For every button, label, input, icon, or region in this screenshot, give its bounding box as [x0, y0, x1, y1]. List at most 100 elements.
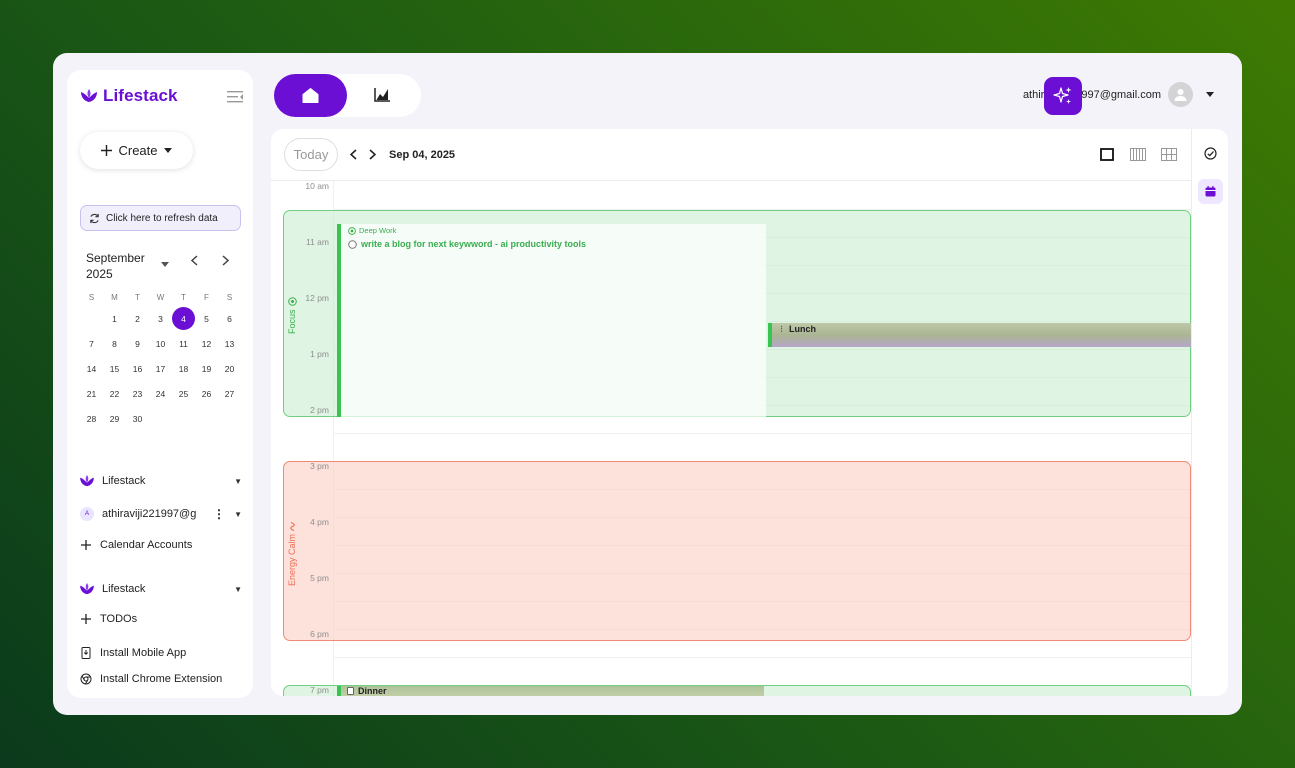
lunch-event[interactable]: ⋮ Lunch [768, 323, 1191, 347]
sidebar-item-calendar-accounts[interactable]: Calendar Accounts [80, 539, 242, 551]
sidebar-item-account[interactable]: A athiraviji221997@g ⋮ ▼ [80, 507, 242, 521]
ai-assistant-button[interactable] [1044, 77, 1082, 115]
weekday-label: S [88, 292, 95, 302]
energy-calm-block[interactable]: Energy Calm [283, 461, 1191, 641]
day-cell[interactable]: 28 [80, 414, 103, 424]
calendar-toolbar: Today Sep 04, 2025 [271, 129, 1191, 181]
sidebar-item-label: TODOs [100, 613, 138, 625]
dinner-event[interactable]: Dinner [337, 686, 764, 696]
day-cell[interactable]: 21 [80, 389, 103, 399]
day-cell[interactable]: 10 [149, 339, 172, 349]
more-vertical-icon[interactable]: ⋮ [213, 507, 225, 521]
sidebar-item-todos[interactable]: TODOs [80, 613, 242, 625]
month-dropdown-icon[interactable] [161, 258, 169, 270]
today-button[interactable]: Today [284, 138, 338, 171]
home-tab[interactable] [274, 74, 347, 117]
day-cell[interactable]: 2 [126, 314, 149, 324]
day-cell[interactable]: 13 [218, 339, 241, 349]
day-cell-selected[interactable]: 4 [172, 306, 195, 330]
week-row: 21 22 23 24 25 26 27 [80, 381, 241, 406]
caret-down-icon[interactable] [1206, 92, 1214, 97]
sidebar-item-label: Install Chrome Extension [100, 673, 223, 685]
sidebar-item-lifestack[interactable]: Lifestack ▼ [80, 475, 242, 487]
prev-month-icon[interactable] [190, 255, 198, 269]
day-cell[interactable]: 20 [218, 364, 241, 374]
plus-icon [81, 614, 91, 624]
refresh-icon [90, 213, 99, 223]
day-cell[interactable]: 27 [218, 389, 241, 399]
month-view-icon[interactable] [1161, 148, 1177, 166]
hour-line [333, 433, 1191, 434]
task-text: write a blog for next keywword - ai prod… [361, 239, 587, 249]
create-button[interactable]: Create [80, 132, 193, 169]
deep-work-title: Deep Work [348, 226, 396, 235]
next-month-icon[interactable] [222, 255, 230, 269]
tasks-check-icon[interactable] [1198, 141, 1223, 166]
day-cell[interactable]: 17 [149, 364, 172, 374]
app-window: Lifestack Create Click here to refresh d… [53, 53, 1242, 715]
drag-handle-icon[interactable]: ⋮ [778, 325, 785, 333]
analytics-tab[interactable] [374, 88, 390, 107]
day-cell[interactable]: 14 [80, 364, 103, 374]
sidebar-item-label: Lifestack [102, 583, 146, 595]
day-timeline: Focus Energy Calm 10 am 11 am 12 pm 1 pm… [271, 181, 1191, 696]
day-view-icon[interactable] [1100, 148, 1114, 166]
sidebar-item-lifestack-todos[interactable]: Lifestack ▼ [80, 583, 242, 595]
right-rail [1191, 129, 1228, 696]
day-cell[interactable]: 26 [195, 389, 218, 399]
deep-work-event[interactable]: Deep Work write a blog for next keywword… [337, 224, 766, 417]
day-cell[interactable]: 29 [103, 414, 126, 424]
next-day-icon[interactable] [369, 147, 377, 165]
sidebar-item-install-mobile[interactable]: Install Mobile App [80, 647, 242, 659]
task-item[interactable]: write a blog for next keywword - ai prod… [348, 239, 586, 249]
weekday-label: T [135, 292, 140, 302]
caret-down-icon[interactable]: ▼ [234, 585, 242, 594]
caret-down-icon[interactable]: ▼ [234, 477, 242, 486]
collapse-sidebar-icon[interactable] [227, 90, 243, 104]
prev-day-icon[interactable] [349, 147, 357, 165]
day-cell[interactable]: 3 [149, 314, 172, 324]
week-row: 28 29 30 [80, 406, 241, 431]
day-cell[interactable]: 22 [103, 389, 126, 399]
mini-calendar-grid: S M T W T F S 1 2 3 4 5 6 7 8 9 10 11 12… [80, 288, 241, 431]
day-cell[interactable]: 25 [172, 389, 195, 399]
caret-down-icon[interactable]: ▼ [234, 510, 242, 519]
account-avatar: A [80, 507, 94, 521]
day-cell[interactable]: 7 [80, 339, 103, 349]
user-avatar[interactable] [1168, 82, 1193, 107]
hour-label: 5 pm [310, 573, 329, 583]
day-cell[interactable]: 24 [149, 389, 172, 399]
home-icon [302, 88, 319, 103]
refresh-data-button[interactable]: Click here to refresh data [80, 205, 241, 231]
day-cell[interactable]: 8 [103, 339, 126, 349]
task-checkbox-icon[interactable] [348, 239, 357, 249]
sidebar-item-label: Calendar Accounts [100, 539, 193, 551]
week-view-icon[interactable] [1130, 148, 1146, 166]
caret-down-icon [163, 148, 172, 153]
hour-label: 7 pm [310, 685, 329, 695]
hour-label: 12 pm [305, 293, 329, 303]
sidebar-item-label: athiraviji221997@g [102, 508, 197, 520]
sidebar: Lifestack Create Click here to refresh d… [67, 70, 253, 698]
lunch-title: ⋮ Lunch [778, 324, 816, 334]
day-cell[interactable]: 16 [126, 364, 149, 374]
day-cell[interactable]: 12 [195, 339, 218, 349]
sidebar-item-label: Install Mobile App [100, 647, 187, 659]
day-cell[interactable]: 23 [126, 389, 149, 399]
day-cell[interactable]: 30 [126, 414, 149, 424]
day-cell[interactable]: 18 [172, 364, 195, 374]
day-cell[interactable]: 11 [172, 339, 195, 349]
day-cell[interactable]: 19 [195, 364, 218, 374]
user-email-start: athir [1022, 88, 1045, 101]
day-cell[interactable]: 9 [126, 339, 149, 349]
day-cell[interactable]: 1 [103, 314, 126, 324]
day-cell[interactable]: 6 [218, 314, 241, 324]
calendar-panel-icon[interactable] [1198, 179, 1223, 204]
day-cell[interactable]: 5 [195, 314, 218, 324]
logo: Lifestack [81, 86, 178, 106]
calendar-panel: Today Sep 04, 2025 Focus Energy Calm 10 … [271, 129, 1228, 696]
hour-label: 10 am [305, 181, 329, 191]
sidebar-item-install-chrome[interactable]: Install Chrome Extension [80, 673, 242, 685]
hour-label: 2 pm [310, 405, 329, 415]
day-cell[interactable]: 15 [103, 364, 126, 374]
